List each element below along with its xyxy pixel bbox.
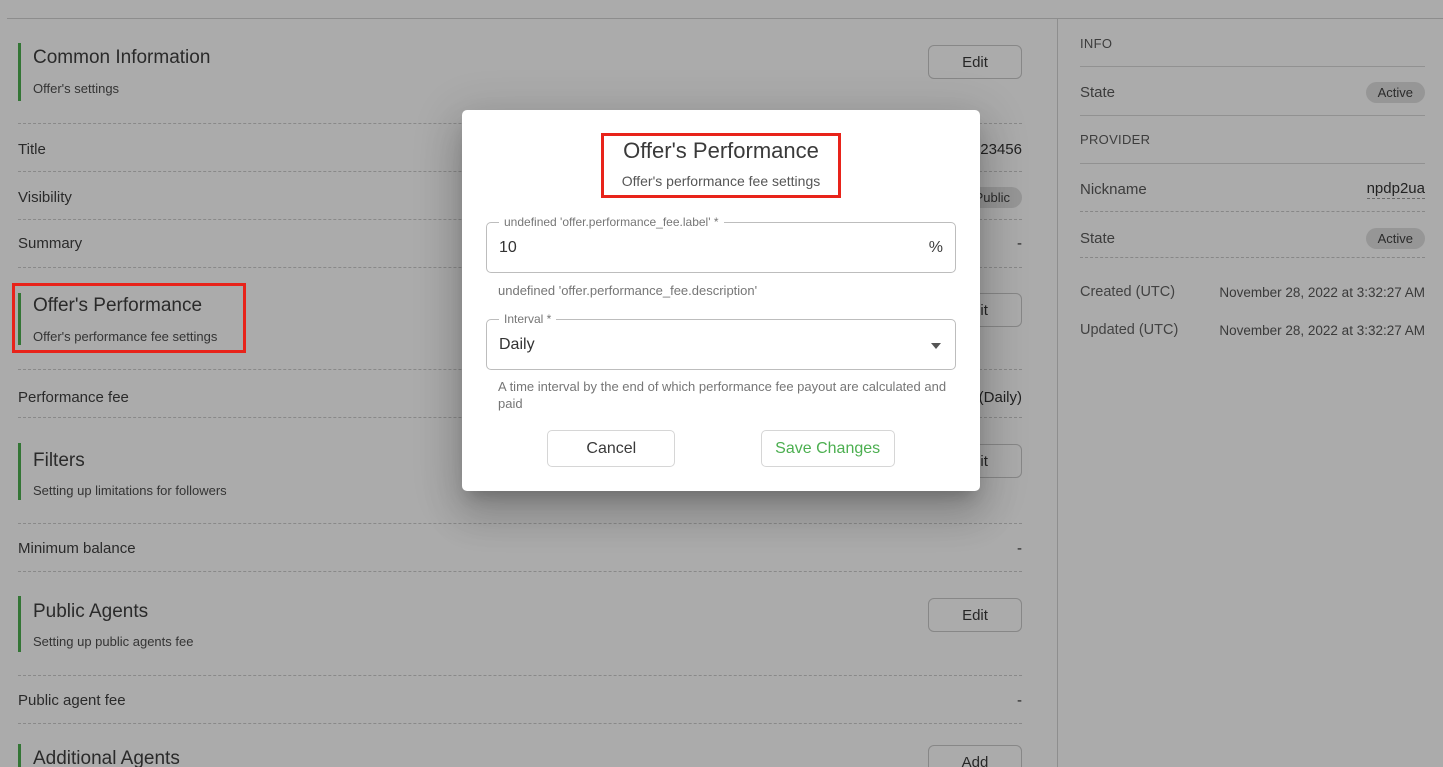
save-changes-button[interactable]: Save Changes [761,430,895,467]
interval-value: Daily [499,319,912,370]
chevron-down-icon [931,343,941,349]
dialog-subtitle: Offer's performance fee settings [604,173,838,189]
performance-fee-helper: undefined 'offer.performance_fee.descrip… [498,282,940,299]
dialog-title: Offer's Performance [604,138,838,164]
dialog-actions: Cancel Save Changes [462,430,980,467]
percent-suffix: % [929,222,943,273]
offer-settings-page: Common Information Offer's settings Edit… [0,0,1443,767]
performance-fee-field: undefined 'offer.performance_fee.label' … [486,215,956,273]
annotation-box-dialog-title: Offer's Performance Offer's performance … [601,133,841,198]
performance-fee-input[interactable] [499,239,912,257]
offers-performance-dialog: Offer's Performance Offer's performance … [462,110,980,491]
interval-helper: A time interval by the end of which perf… [498,378,948,412]
cancel-button[interactable]: Cancel [547,430,675,467]
interval-select[interactable]: Interval * Daily [486,312,956,370]
annotation-box-offers-performance-section [12,283,246,353]
